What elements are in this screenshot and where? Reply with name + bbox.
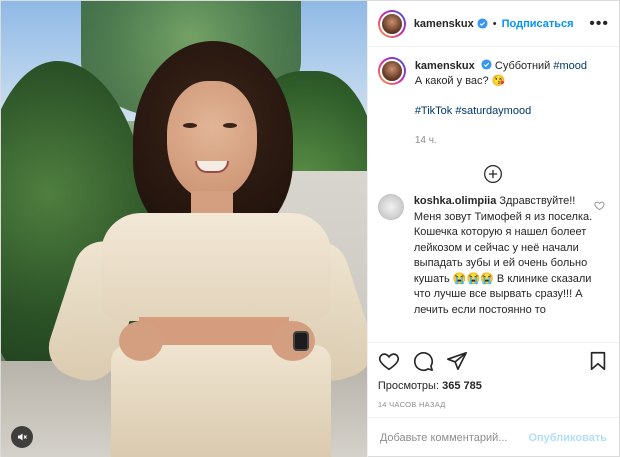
header-separator: • <box>492 17 497 30</box>
views-label: Просмотры: <box>377 380 440 392</box>
hashtag-saturdaymood-link[interactable]: #saturdaymood <box>455 105 531 117</box>
commenter-username[interactable]: koshka.olimpiia <box>414 195 497 207</box>
caption-avatar[interactable] <box>377 57 406 85</box>
views-count[interactable]: Просмотры: 365 785 <box>368 378 619 394</box>
hashtag-mood-link[interactable]: #mood <box>553 60 587 72</box>
caption-time: 14 ч. <box>414 135 437 146</box>
post-caption: kamenskux Субботний #mood А какой у вас?… <box>377 57 609 148</box>
instagram-post: kamenskux • Подписаться ••• kamenskux Су… <box>0 0 620 457</box>
author-avatar[interactable] <box>377 9 406 38</box>
hand-left <box>119 321 163 361</box>
shorts <box>111 345 331 457</box>
commenter-avatar[interactable] <box>377 194 404 220</box>
add-comment-bar: Опубликовать <box>368 418 619 457</box>
woman-figure <box>41 41 367 457</box>
blouse <box>101 213 331 321</box>
heart-icon[interactable] <box>594 200 605 211</box>
post-timestamp: 14 ЧАСОВ НАЗАД <box>367 394 619 418</box>
post-header: kamenskux • Подписаться ••• <box>367 1 619 47</box>
caption-text-2: А какой у вас? 😘 <box>414 75 506 87</box>
publish-button[interactable]: Опубликовать <box>528 432 607 444</box>
more-options-button[interactable]: ••• <box>589 15 609 32</box>
avatar-image <box>379 59 404 83</box>
caption-username[interactable]: kamenskux <box>415 60 475 72</box>
follow-button[interactable]: Подписаться <box>502 18 574 30</box>
bookmark-icon[interactable] <box>587 350 609 372</box>
eye-right <box>223 123 237 128</box>
caption-text-1: Субботний <box>494 60 551 72</box>
comment-item: koshka.olimpiia Здравствуйте!! Меня зову… <box>377 194 609 318</box>
load-more-comments-button[interactable] <box>378 164 609 184</box>
comment-input[interactable] <box>379 432 529 444</box>
comment-icon[interactable] <box>412 350 434 372</box>
share-icon[interactable] <box>446 350 468 372</box>
comments-section[interactable]: kamenskux Субботний #mood А какой у вас?… <box>368 47 619 342</box>
verified-badge-icon <box>481 59 492 70</box>
post-actions-bar <box>367 342 619 378</box>
avatar-image <box>379 11 404 36</box>
post-video[interactable] <box>1 1 367 457</box>
eye-left <box>183 123 197 128</box>
mute-button[interactable] <box>11 426 33 448</box>
comment-body: koshka.olimpiia Здравствуйте!! Меня зову… <box>414 194 594 318</box>
comment-text: Здравствуйте!! Меня зовут Тимофей я из п… <box>413 195 593 316</box>
heart-icon[interactable] <box>378 350 400 372</box>
hashtag-tiktok-link[interactable]: #TikTok <box>415 105 453 117</box>
views-value: 365 785 <box>442 380 482 392</box>
mute-icon <box>18 433 27 441</box>
face <box>167 81 257 199</box>
verified-badge-icon <box>477 18 488 29</box>
smartwatch <box>293 331 309 351</box>
author-username[interactable]: kamenskux <box>414 18 474 30</box>
plus-circle-icon <box>484 165 503 183</box>
post-side-panel: kamenskux • Подписаться ••• kamenskux Су… <box>366 1 619 457</box>
caption-body: kamenskux Субботний #mood А какой у вас?… <box>415 59 605 148</box>
